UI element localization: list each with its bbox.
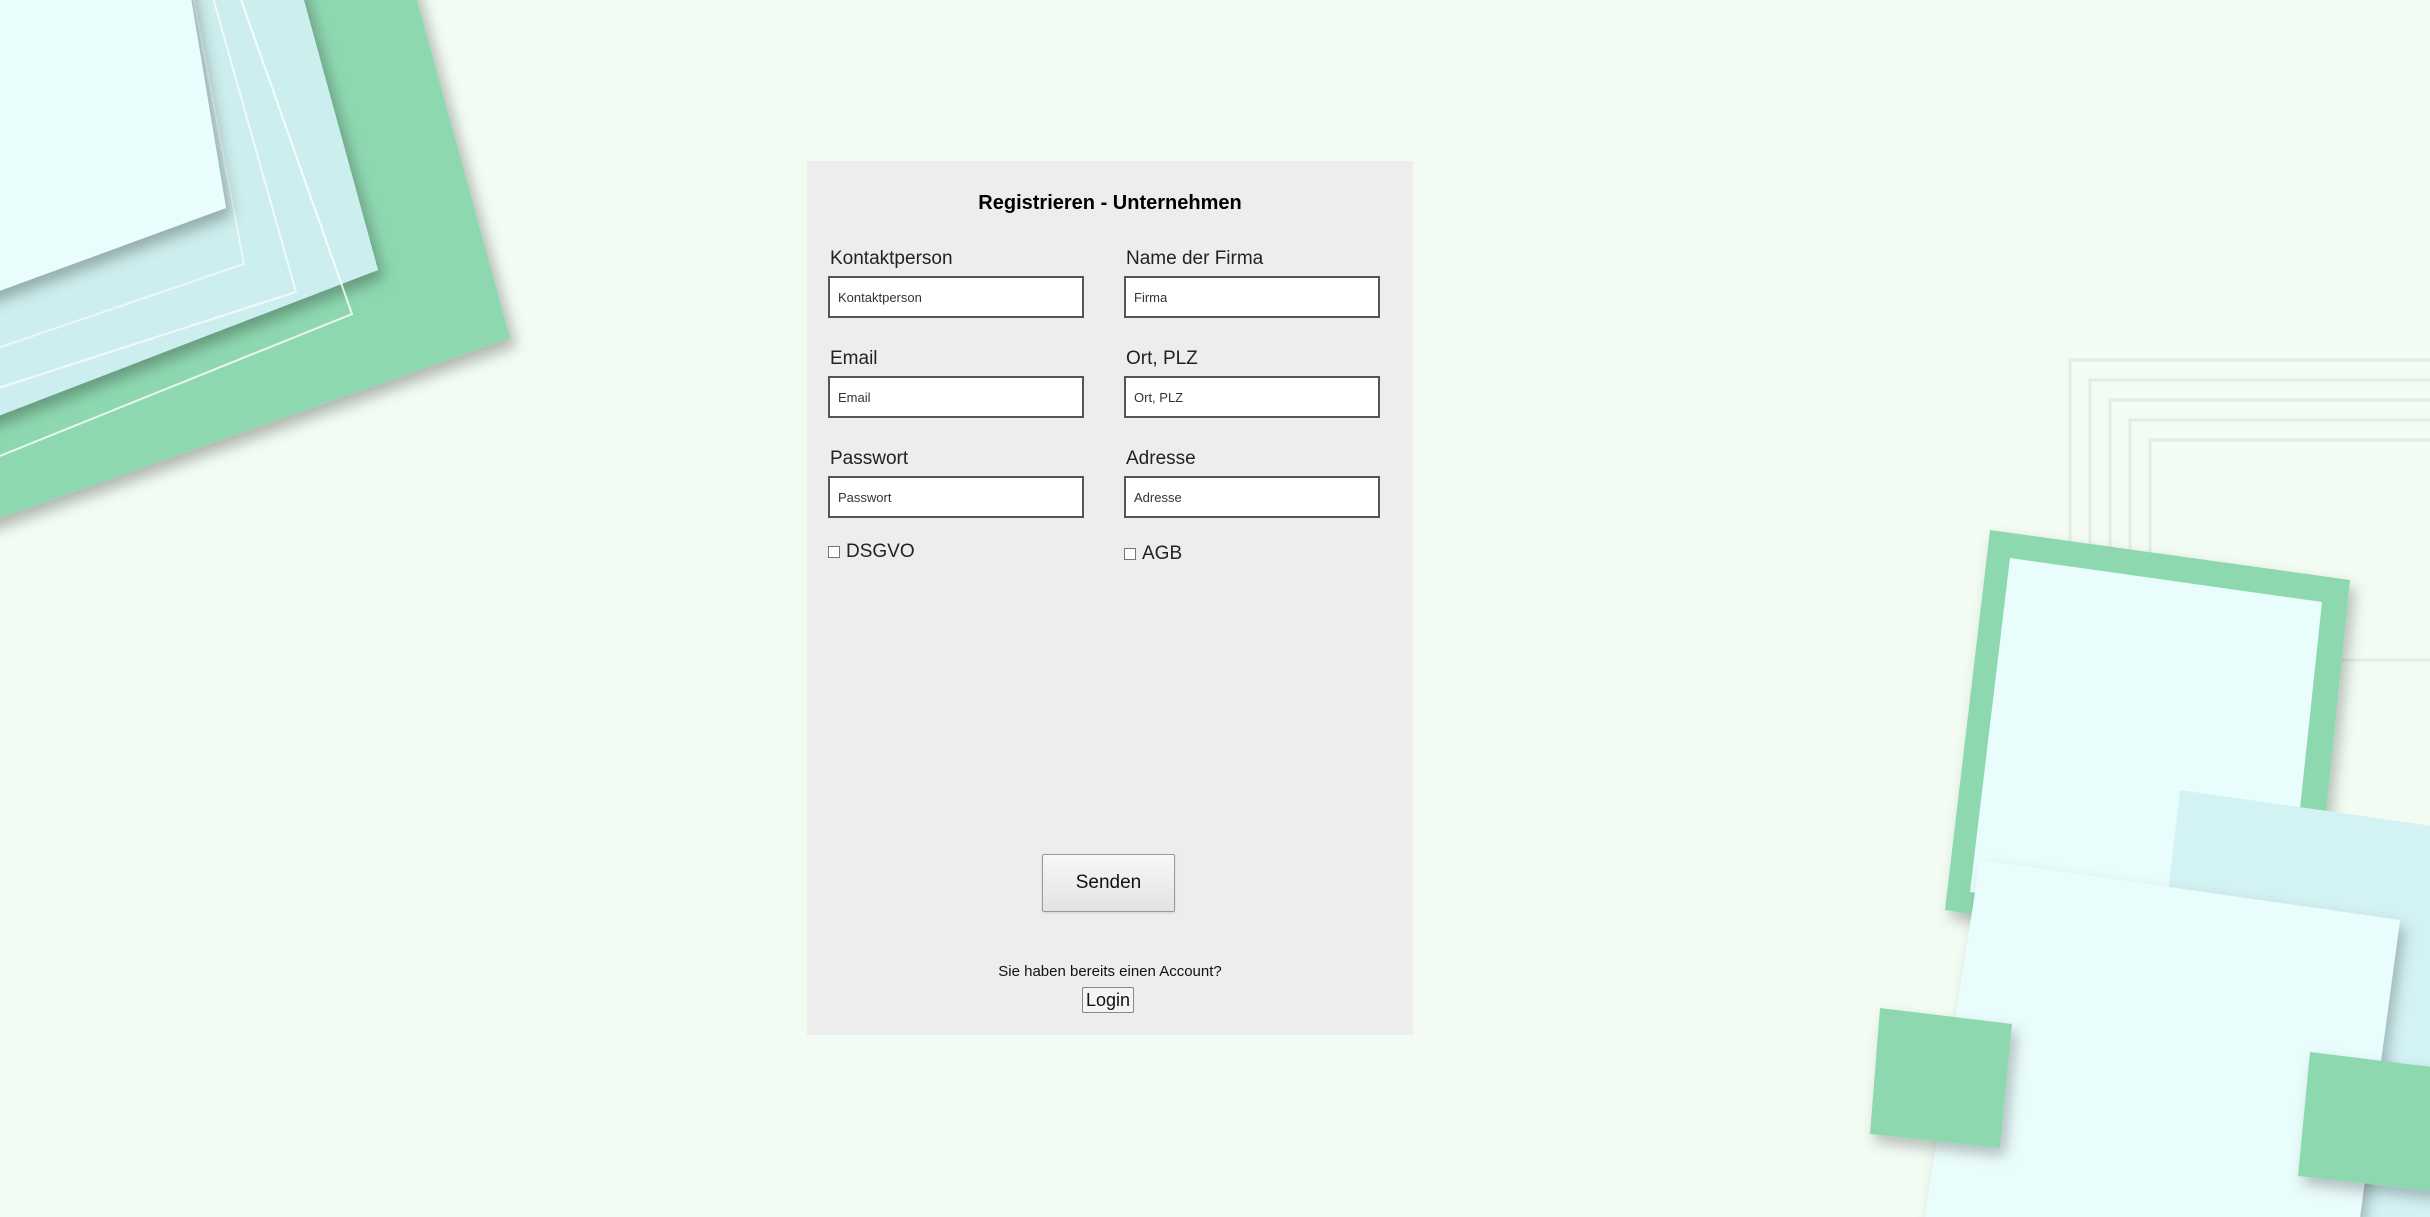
form-title: Registrieren - Unternehmen — [978, 192, 1242, 214]
dsgvo-checkbox-row[interactable]: DSGVO — [828, 541, 915, 563]
login-button[interactable]: Login — [1082, 987, 1135, 1013]
address-input[interactable] — [1124, 476, 1380, 518]
email-label: Email — [830, 348, 878, 369]
background-decoration-top-left — [0, 0, 510, 518]
account-prompt-text: Sie haben bereits einen Account? — [998, 963, 1222, 980]
send-button[interactable]: Senden — [1042, 854, 1175, 912]
company-name-label: Name der Firma — [1126, 248, 1264, 269]
password-field: Passwort — [828, 446, 1084, 518]
contact-person-field: Kontaktperson — [828, 246, 1084, 318]
page-background: Registrieren - Unternehmen Kontaktperson… — [0, 0, 2430, 1217]
city-zip-label: Ort, PLZ — [1126, 348, 1198, 369]
company-name-field: Name der Firma — [1124, 246, 1380, 318]
dsgvo-label: DSGVO — [846, 541, 915, 562]
password-label: Passwort — [830, 448, 909, 469]
company-name-input[interactable] — [1124, 276, 1380, 318]
email-field: Email — [828, 346, 1084, 418]
address-field: Adresse — [1124, 446, 1380, 518]
agb-label: AGB — [1142, 543, 1183, 564]
registration-card: Registrieren - Unternehmen Kontaktperson… — [807, 161, 1413, 1035]
agb-checkbox-row[interactable]: AGB — [1124, 543, 1182, 565]
city-zip-field: Ort, PLZ — [1124, 346, 1380, 418]
contact-person-label: Kontaktperson — [830, 248, 953, 269]
dsgvo-checkbox[interactable] — [828, 546, 840, 558]
address-label: Adresse — [1126, 448, 1196, 469]
contact-person-input[interactable] — [828, 276, 1084, 318]
city-zip-input[interactable] — [1124, 376, 1380, 418]
password-input[interactable] — [828, 476, 1084, 518]
agb-checkbox[interactable] — [1124, 548, 1136, 560]
email-input[interactable] — [828, 376, 1084, 418]
background-decoration-bottom-right — [1870, 358, 2430, 1217]
